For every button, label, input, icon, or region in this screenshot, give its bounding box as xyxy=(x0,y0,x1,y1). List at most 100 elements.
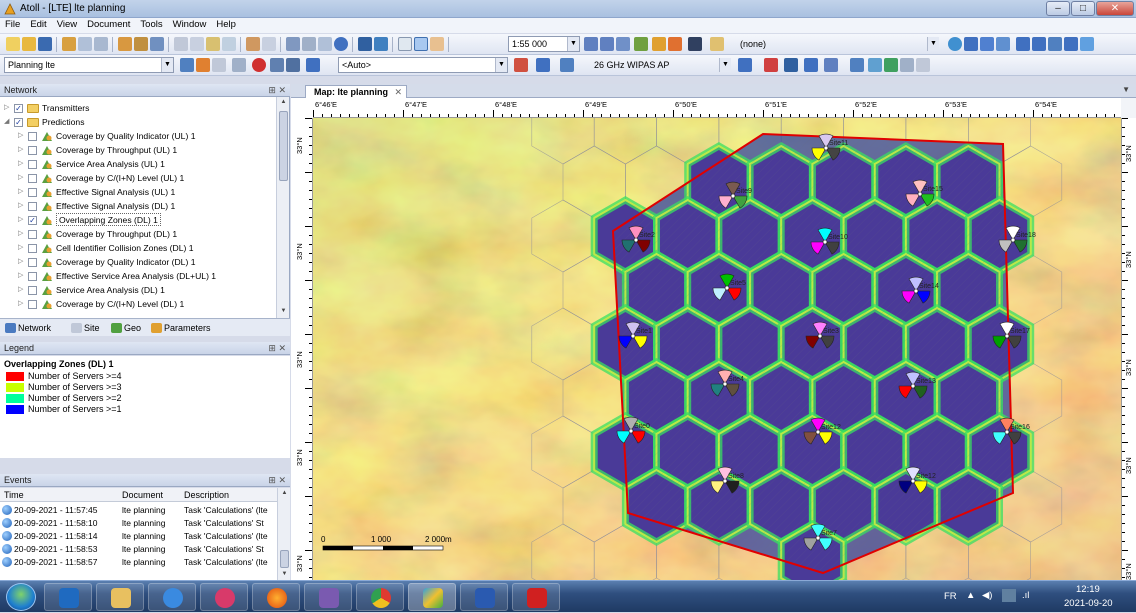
export-icon[interactable] xyxy=(78,37,92,51)
tree-item[interactable]: ▷ Effective Service Area Analysis (DL+UL)… xyxy=(0,269,276,283)
language-indicator[interactable]: FR xyxy=(944,591,957,602)
tab-site[interactable]: Site xyxy=(70,321,100,335)
tree-item[interactable]: ▷ Coverage by C/(I+N) Level (UL) 1 xyxy=(0,171,276,185)
measure-tool-icon[interactable] xyxy=(1064,37,1078,51)
col-description[interactable]: Description xyxy=(184,490,229,500)
antenna-icon[interactable] xyxy=(212,58,226,72)
tree-item[interactable]: ▷ Service Area Analysis (UL) 1 xyxy=(0,157,276,171)
tree-item[interactable]: ▷ ✓ Transmitters xyxy=(0,101,276,115)
event-row[interactable]: 20-09-2021 - 11:58:57 lte planning Task 'C… xyxy=(0,556,276,568)
site-center[interactable] xyxy=(1004,429,1010,435)
expand-icon[interactable]: ▷ xyxy=(18,157,26,171)
db-sync-icon[interactable] xyxy=(150,37,164,51)
open-icon[interactable] xyxy=(22,37,36,51)
edit-tool-icon[interactable] xyxy=(1080,37,1094,51)
rectangle-tool-icon[interactable] xyxy=(964,37,978,51)
tree-item[interactable]: ▷ Coverage by C/(I+N) Level (DL) 1 xyxy=(0,297,276,311)
event-row[interactable]: 20-09-2021 - 11:58:10 lte planning Task 'C… xyxy=(0,517,276,529)
menu-help[interactable]: Help xyxy=(211,18,241,31)
expand-icon[interactable]: ▷ xyxy=(18,143,26,157)
taskbar-explorer[interactable] xyxy=(96,583,144,611)
checkbox[interactable] xyxy=(28,188,37,197)
expand-icon[interactable]: ▷ xyxy=(18,213,26,227)
pin-close-icon[interactable]: ⊞ ✕ xyxy=(268,84,286,96)
taskbar-acrobat[interactable] xyxy=(512,583,560,611)
taskbar-word[interactable] xyxy=(460,583,508,611)
checkbox[interactable] xyxy=(28,146,37,155)
pointer-icon[interactable] xyxy=(398,37,412,51)
project-combo[interactable]: Planning lte ▼ xyxy=(4,57,174,73)
event-row[interactable]: 20-09-2021 - 11:58:53 lte planning Task 'C… xyxy=(0,543,276,555)
site-center[interactable] xyxy=(630,333,636,339)
zoom-area-icon[interactable] xyxy=(616,37,630,51)
archive-icon[interactable] xyxy=(118,37,132,51)
events-scrollbar[interactable]: ▲ ▼ xyxy=(277,488,290,580)
network-icon[interactable] xyxy=(1002,589,1016,602)
col-time[interactable]: Time xyxy=(4,490,24,500)
site-center[interactable] xyxy=(815,429,821,435)
minimize-button[interactable]: – xyxy=(1046,1,1070,16)
menu-edit[interactable]: Edit xyxy=(25,18,51,31)
signal-icon[interactable] xyxy=(560,58,574,72)
site-center[interactable] xyxy=(633,237,639,243)
pin-close-icon[interactable]: ⊞ ✕ xyxy=(268,342,286,354)
print-preview-icon[interactable] xyxy=(302,37,316,51)
site-center[interactable] xyxy=(917,191,923,197)
link-icon[interactable] xyxy=(232,58,246,72)
pan-hand-icon[interactable] xyxy=(430,37,444,51)
site-center[interactable] xyxy=(823,145,829,151)
scroll-up-icon[interactable]: ▲ xyxy=(277,97,289,108)
cut-icon[interactable] xyxy=(174,37,188,51)
export-map-icon[interactable] xyxy=(916,58,930,72)
measure-icon[interactable] xyxy=(868,58,882,72)
find-icon[interactable] xyxy=(688,37,702,51)
circle-tool-icon[interactable] xyxy=(1048,37,1062,51)
station-template-icon[interactable] xyxy=(652,37,666,51)
station-icon[interactable] xyxy=(196,58,210,72)
tab-parameters[interactable]: Parameters xyxy=(150,321,211,335)
checkbox[interactable] xyxy=(28,258,37,267)
taskbar-app-s[interactable] xyxy=(200,583,248,611)
checkbox[interactable] xyxy=(28,132,37,141)
checkbox[interactable] xyxy=(28,244,37,253)
zoom-in-icon[interactable] xyxy=(584,37,598,51)
site-center[interactable] xyxy=(722,381,728,387)
menu-tools[interactable]: Tools xyxy=(135,18,167,31)
site-center[interactable] xyxy=(628,428,634,434)
clock-date[interactable]: 2021-09-20 xyxy=(1064,598,1113,609)
taskbar-ie[interactable] xyxy=(148,583,196,611)
start-button[interactable] xyxy=(6,583,36,611)
maximize-button[interactable]: □ xyxy=(1071,1,1095,16)
layers-icon[interactable] xyxy=(884,58,898,72)
taskbar-atoll[interactable] xyxy=(408,583,456,611)
site-center[interactable] xyxy=(910,478,916,484)
new-icon[interactable] xyxy=(6,37,20,51)
auto-combo[interactable]: <Auto> ▼ xyxy=(338,57,508,73)
event-row[interactable]: 20-09-2021 - 11:58:14 lte planning Task 'C… xyxy=(0,530,276,542)
tab-map-lte-planning[interactable]: Map: lte planning ✕ xyxy=(305,85,407,98)
scale-combo[interactable]: 1:55 000 ▼ xyxy=(508,36,580,52)
expand-icon[interactable]: ▷ xyxy=(18,171,26,185)
page-setup-icon[interactable] xyxy=(318,37,332,51)
layer-combo[interactable]: ▼ xyxy=(740,36,940,52)
site-center[interactable] xyxy=(822,239,828,245)
redo-icon[interactable] xyxy=(262,37,276,51)
route-icon[interactable] xyxy=(850,58,864,72)
undo-icon[interactable] xyxy=(246,37,260,51)
chevron-down-icon[interactable]: ▼ xyxy=(1122,85,1130,94)
menu-document[interactable]: Document xyxy=(82,18,135,31)
scroll-up-icon[interactable]: ▲ xyxy=(278,488,290,499)
col-document[interactable]: Document xyxy=(122,490,163,500)
scroll-down-icon[interactable]: ▼ xyxy=(278,569,290,580)
menu-view[interactable]: View xyxy=(52,18,82,31)
filter-icon[interactable] xyxy=(784,58,798,72)
expand-icon[interactable]: ◢ xyxy=(4,115,12,129)
expand-icon[interactable]: ▷ xyxy=(18,255,26,269)
folder-icon[interactable] xyxy=(710,37,724,51)
report-icon[interactable] xyxy=(306,58,320,72)
tree-item[interactable]: ▷ Coverage by Throughput (DL) 1 xyxy=(0,227,276,241)
taskbar-firefox[interactable] xyxy=(252,583,300,611)
tab-network[interactable]: Network xyxy=(4,321,51,335)
grid-icon[interactable] xyxy=(270,58,284,72)
scroll-thumb[interactable] xyxy=(279,111,288,181)
